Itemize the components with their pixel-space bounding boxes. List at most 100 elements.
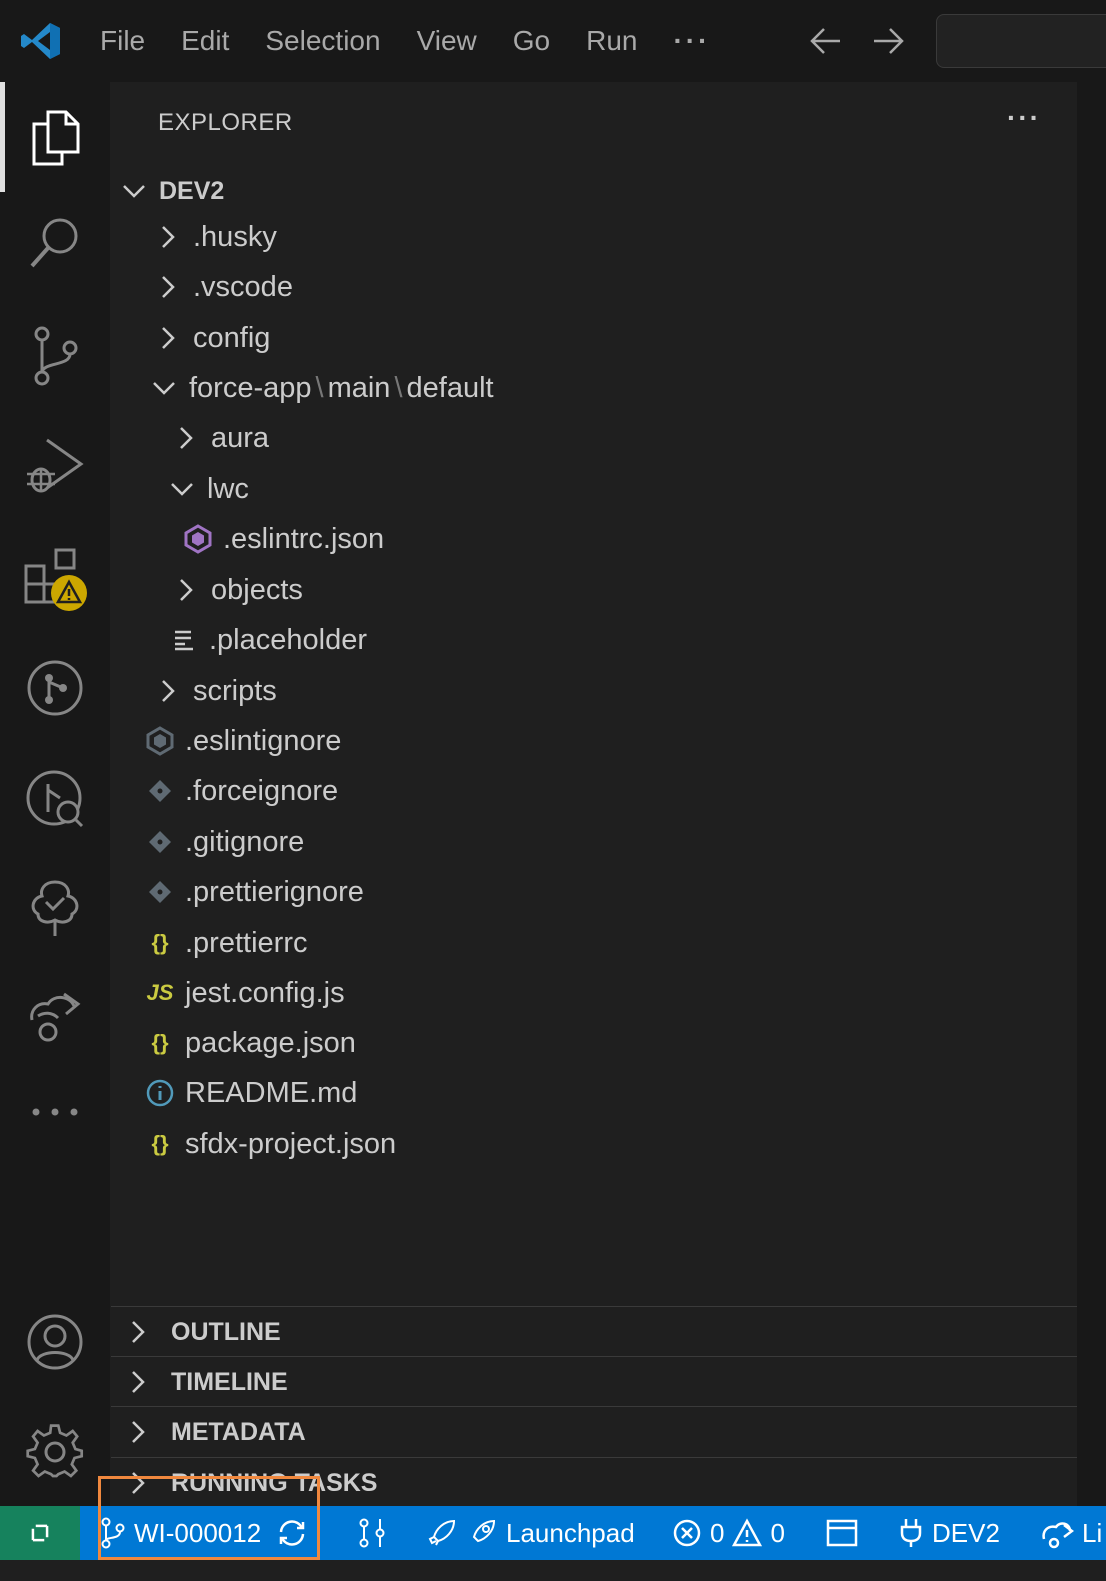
info-icon — [146, 1079, 174, 1107]
source-control-icon — [34, 326, 78, 386]
chevron-down-icon — [123, 185, 145, 198]
chevron-right-icon — [162, 327, 175, 349]
chevron-right-icon — [180, 427, 193, 449]
tree-file-prettierignore[interactable]: .prettierignore — [145, 867, 364, 917]
files-icon — [32, 110, 80, 166]
tree-label: .prettierignore — [185, 875, 364, 908]
remote-indicator[interactable] — [0, 1506, 80, 1560]
back-arrow-icon[interactable] — [808, 24, 844, 58]
activity-git-graph[interactable] — [0, 658, 110, 718]
explorer-more-button[interactable]: ··· — [1007, 102, 1041, 134]
activity-more[interactable] — [0, 1106, 110, 1118]
activity-org-browser[interactable] — [0, 878, 110, 938]
tree-folder-husky[interactable]: .husky — [155, 212, 277, 262]
panel-layout-button[interactable] — [826, 1506, 858, 1560]
tree-folder-scripts[interactable]: scripts — [155, 666, 277, 716]
activity-source-control[interactable] — [0, 326, 110, 386]
panel-label: METADATA — [171, 1417, 306, 1446]
bottom-strip — [0, 1560, 1106, 1581]
tree-label: aura — [211, 421, 270, 454]
tree-label: lwc — [207, 472, 249, 505]
tree-label-default: default — [406, 371, 494, 404]
plug-icon — [900, 1519, 922, 1547]
forward-arrow-icon[interactable] — [870, 24, 906, 58]
tree-file-prettierrc[interactable]: {} .prettierrc — [145, 918, 307, 968]
link-icon — [472, 1519, 496, 1543]
json-braces-icon: {} — [151, 1131, 169, 1156]
menu-bar: File Edit Selection View Go Run ··· — [82, 0, 728, 82]
chevron-right-icon — [132, 1321, 145, 1343]
active-indicator — [0, 82, 5, 192]
tree-file-placeholder[interactable]: .placeholder — [169, 615, 367, 665]
tree-file-readme[interactable]: README.md — [145, 1068, 357, 1118]
activity-extensions[interactable] — [0, 546, 110, 612]
chevron-right-icon — [162, 680, 175, 702]
extensions-icon-wrap — [22, 546, 88, 612]
activity-git-history[interactable] — [0, 768, 110, 830]
live-share-button[interactable]: Li — [1040, 1506, 1102, 1560]
activity-remote[interactable] — [0, 986, 110, 1046]
tree-label: .eslintrc.json — [223, 522, 385, 555]
tree-label: README.md — [185, 1076, 358, 1109]
tree-file-eslintrc[interactable]: .eslintrc.json — [183, 514, 384, 564]
problems-indicator[interactable]: 0 0 — [672, 1506, 785, 1560]
tree-label: config — [193, 321, 271, 354]
js-icon: JS — [146, 980, 174, 1005]
eslint-ignore-icon — [146, 726, 174, 756]
text-file-icon — [175, 630, 193, 651]
tree-file-jest-config[interactable]: JS jest.config.js — [145, 968, 345, 1018]
tree-file-package-json[interactable]: {} package.json — [145, 1018, 356, 1068]
activity-bar — [0, 82, 110, 1506]
org-indicator[interactable]: DEV2 — [898, 1506, 1000, 1560]
activity-search[interactable] — [0, 214, 110, 272]
panel-outline[interactable]: OUTLINE — [111, 1306, 1077, 1357]
panel-timeline[interactable]: TIMELINE — [111, 1356, 1077, 1407]
tree-folder-vscode[interactable]: .vscode — [155, 262, 293, 312]
menu-edit[interactable]: Edit — [163, 25, 247, 57]
run-debug-icon — [27, 438, 84, 493]
activity-manage[interactable] — [0, 1422, 110, 1482]
chevron-down-icon — [153, 382, 175, 395]
editor-area-edge — [1077, 82, 1106, 1506]
vscode-logo-icon — [20, 20, 62, 67]
tree-folder-aura[interactable]: aura — [173, 413, 269, 463]
activity-accounts[interactable] — [0, 1312, 110, 1372]
workspace-root[interactable]: DEV2 — [121, 170, 224, 212]
tree-label: force-app — [189, 371, 312, 404]
tree-label: .gitignore — [185, 825, 305, 858]
warning-icon — [732, 1518, 763, 1547]
menu-file[interactable]: File — [82, 25, 163, 57]
panel-metadata[interactable]: METADATA — [111, 1406, 1077, 1457]
git-graph-status[interactable] — [356, 1506, 388, 1560]
tree-file-eslintignore[interactable]: .eslintignore — [145, 716, 341, 766]
tree-folder-force-app[interactable]: force-app \ main \ default — [151, 363, 494, 413]
title-bar: File Edit Selection View Go Run ··· — [0, 0, 1106, 82]
tree-label-main: main — [327, 371, 391, 404]
tree-folder-objects[interactable]: objects — [173, 565, 303, 615]
activity-explorer[interactable] — [0, 82, 110, 192]
launchpad-button[interactable]: Launchpad — [426, 1506, 635, 1560]
menu-view[interactable]: View — [399, 25, 495, 57]
panel-label: TIMELINE — [171, 1367, 288, 1396]
tree-folder-lwc[interactable]: lwc — [169, 464, 249, 514]
git-diamond-icon — [149, 881, 171, 903]
menu-more-button[interactable]: ··· — [655, 25, 728, 57]
tree-file-forceignore[interactable]: .forceignore — [145, 766, 338, 816]
activity-run-debug[interactable] — [0, 434, 110, 498]
command-center-search[interactable] — [936, 14, 1106, 68]
tree-file-sfdx-project[interactable]: {} sfdx-project.json — [145, 1119, 396, 1169]
tree-folder-config[interactable]: config — [155, 313, 270, 363]
menu-run[interactable]: Run — [568, 25, 655, 57]
tree-label: .eslintignore — [185, 724, 342, 757]
branch-highlight-annotation — [98, 1476, 320, 1560]
menu-selection[interactable]: Selection — [247, 25, 398, 57]
tree-label: package.json — [185, 1026, 356, 1059]
tree-label: sfdx-project.json — [185, 1127, 397, 1160]
remote-icon — [31, 1524, 49, 1542]
git-diamond-icon — [149, 780, 171, 802]
tree-label: objects — [211, 573, 303, 606]
tree-file-gitignore[interactable]: .gitignore — [145, 817, 304, 867]
menu-go[interactable]: Go — [495, 25, 568, 57]
tree-label: .prettierrc — [185, 926, 308, 959]
json-braces-icon: {} — [151, 930, 169, 955]
